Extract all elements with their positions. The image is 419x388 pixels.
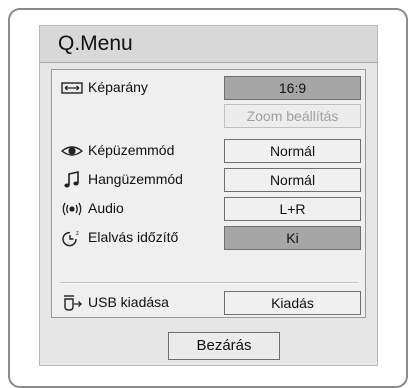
- menu-divider: [60, 282, 358, 284]
- menu-item-sound-mode[interactable]: Hangüzemmód Normál: [52, 166, 365, 194]
- usb-eject-value[interactable]: Kiadás: [224, 291, 361, 315]
- audio-waves-icon: [62, 202, 82, 216]
- aspect-ratio-value[interactable]: 16:9: [224, 76, 361, 100]
- menu-item-aspect-ratio[interactable]: Képarány 16:9: [52, 74, 365, 102]
- picture-mode-label: Képüzemmód: [88, 142, 175, 158]
- picture-mode-value[interactable]: Normál: [224, 139, 361, 163]
- menu-item-picture-mode[interactable]: Képüzemmód Normál: [52, 137, 365, 165]
- sleep-timer-value[interactable]: Ki: [224, 226, 361, 250]
- aspect-ratio-icon: [61, 82, 83, 94]
- audio-label: Audio: [88, 200, 124, 216]
- usb-eject-icon: [64, 295, 82, 311]
- menu-item-zoom-setting: Zoom beállítás: [52, 102, 365, 130]
- menu-item-usb-eject[interactable]: USB kiadása Kiadás: [52, 289, 365, 317]
- sound-mode-value[interactable]: Normál: [224, 168, 361, 192]
- audio-value[interactable]: L+R: [224, 197, 361, 221]
- eye-icon: [61, 146, 83, 156]
- menu-item-sleep-timer[interactable]: z Elalvás időzítő Ki: [52, 224, 365, 252]
- q-menu-panel: Q.Menu Képarány 16:9 Zoom beállítás Képü…: [39, 25, 378, 366]
- svg-text:z: z: [76, 231, 79, 237]
- title-bar: Q.Menu: [40, 26, 377, 63]
- close-button[interactable]: Bezárás: [168, 332, 280, 360]
- aspect-ratio-label: Képarány: [88, 79, 148, 95]
- usb-eject-label: USB kiadása: [88, 294, 169, 310]
- menu-items: Képarány 16:9 Zoom beállítás Képüzemmód …: [51, 69, 366, 318]
- sound-mode-label: Hangüzemmód: [88, 171, 183, 187]
- menu-item-audio[interactable]: Audio L+R: [52, 195, 365, 223]
- music-note-icon: [64, 171, 79, 188]
- sleep-timer-icon: z: [62, 231, 79, 247]
- menu-title: Q.Menu: [58, 32, 133, 55]
- sleep-timer-label: Elalvás időzítő: [88, 229, 179, 245]
- zoom-setting-value: Zoom beállítás: [224, 104, 361, 128]
